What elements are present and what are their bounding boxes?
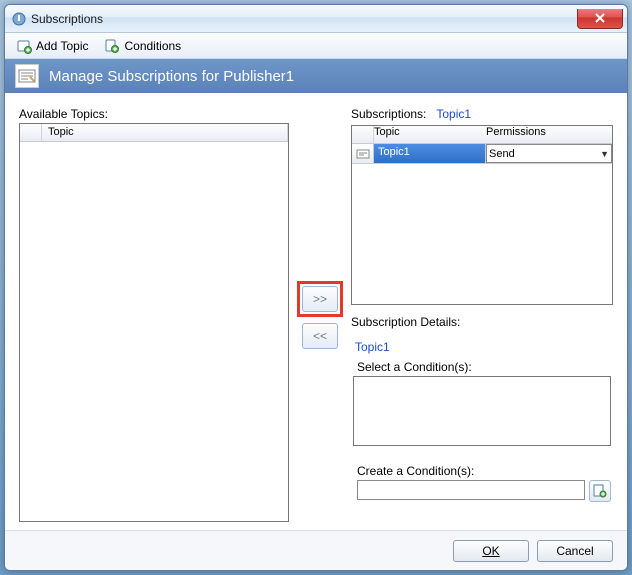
available-panel: Available Topics: Topic <box>19 107 289 522</box>
subscriptions-label: Subscriptions: <box>351 107 426 121</box>
available-label: Available Topics: <box>19 107 289 121</box>
move-left-button[interactable]: << <box>302 323 338 349</box>
toolbar: Add Topic Conditions <box>5 33 627 59</box>
permission-value: Send <box>489 148 515 160</box>
banner-icon <box>15 64 39 88</box>
right-panel: Subscriptions: Topic1 Topic Permissions … <box>351 107 613 522</box>
transfer-buttons: >> << <box>297 107 343 522</box>
banner-title: Manage Subscriptions for Publisher1 <box>49 68 294 85</box>
dialog-footer: OK Cancel <box>5 530 627 570</box>
subs-col-permissions[interactable]: Permissions <box>486 126 612 143</box>
create-condition-input[interactable] <box>357 480 585 500</box>
create-condition-label: Create a Condition(s): <box>357 464 611 478</box>
add-topic-button[interactable]: Add Topic <box>9 35 95 57</box>
available-grid-header: Topic <box>20 124 288 142</box>
banner: Manage Subscriptions for Publisher1 <box>5 59 627 93</box>
move-right-button[interactable]: >> <box>302 286 338 312</box>
window-title: Subscriptions <box>31 12 103 26</box>
titlebar: Subscriptions <box>5 5 627 33</box>
conditions-label: Conditions <box>124 39 181 53</box>
dropdown-arrow-icon: ▼ <box>600 149 609 159</box>
conditions-list[interactable] <box>353 376 611 446</box>
subscriptions-grid[interactable]: Topic Permissions Topic1 Send ▼ <box>351 125 613 305</box>
subscriptions-dialog: Subscriptions Add Topic Conditions <box>4 4 628 571</box>
subscription-details: Subscription Details: Topic1 Select a Co… <box>351 315 613 510</box>
window-icon <box>11 11 27 27</box>
add-condition-icon <box>593 484 607 498</box>
available-col-topic[interactable]: Topic <box>42 124 288 141</box>
select-condition-label: Select a Condition(s): <box>357 360 611 374</box>
row-topic[interactable]: Topic1 <box>374 144 486 164</box>
create-condition-button[interactable] <box>589 480 611 502</box>
permission-select[interactable]: Send ▼ <box>486 144 612 163</box>
highlight-annotation: >> <box>297 281 343 317</box>
close-button[interactable] <box>577 9 623 29</box>
add-topic-label: Add Topic <box>36 39 88 53</box>
subscriptions-grid-header: Topic Permissions <box>352 126 612 144</box>
content-area: Available Topics: Topic >> << Subscripti… <box>5 93 627 530</box>
ok-button[interactable]: OK <box>453 540 529 562</box>
details-label: Subscription Details: <box>351 315 613 329</box>
conditions-icon <box>104 38 120 54</box>
cancel-button[interactable]: Cancel <box>537 540 613 562</box>
row-handle-icon <box>352 144 374 164</box>
subs-col-topic[interactable]: Topic <box>374 126 486 143</box>
details-topic-link[interactable]: Topic1 <box>355 340 611 354</box>
conditions-button[interactable]: Conditions <box>97 35 188 57</box>
table-row[interactable]: Topic1 Send ▼ <box>352 144 612 164</box>
current-subscription-link[interactable]: Topic1 <box>436 107 471 121</box>
add-topic-icon <box>16 38 32 54</box>
available-topics-grid[interactable]: Topic <box>19 123 289 522</box>
